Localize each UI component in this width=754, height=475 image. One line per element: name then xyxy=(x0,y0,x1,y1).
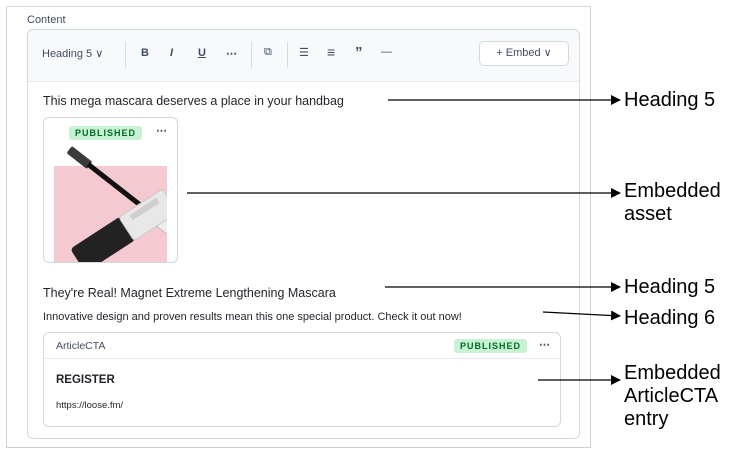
callout-embedded-asset: Embedded asset xyxy=(624,180,721,225)
arrow-heading-6 xyxy=(542,310,621,321)
callout-heading-6: Heading 6 xyxy=(624,307,716,329)
callout-heading-5: Heading 5 xyxy=(624,89,716,111)
callout-embedded-entry: Embedded ArticleCTA entry xyxy=(624,362,721,430)
callout-heading-5: Heading 5 xyxy=(624,276,716,298)
